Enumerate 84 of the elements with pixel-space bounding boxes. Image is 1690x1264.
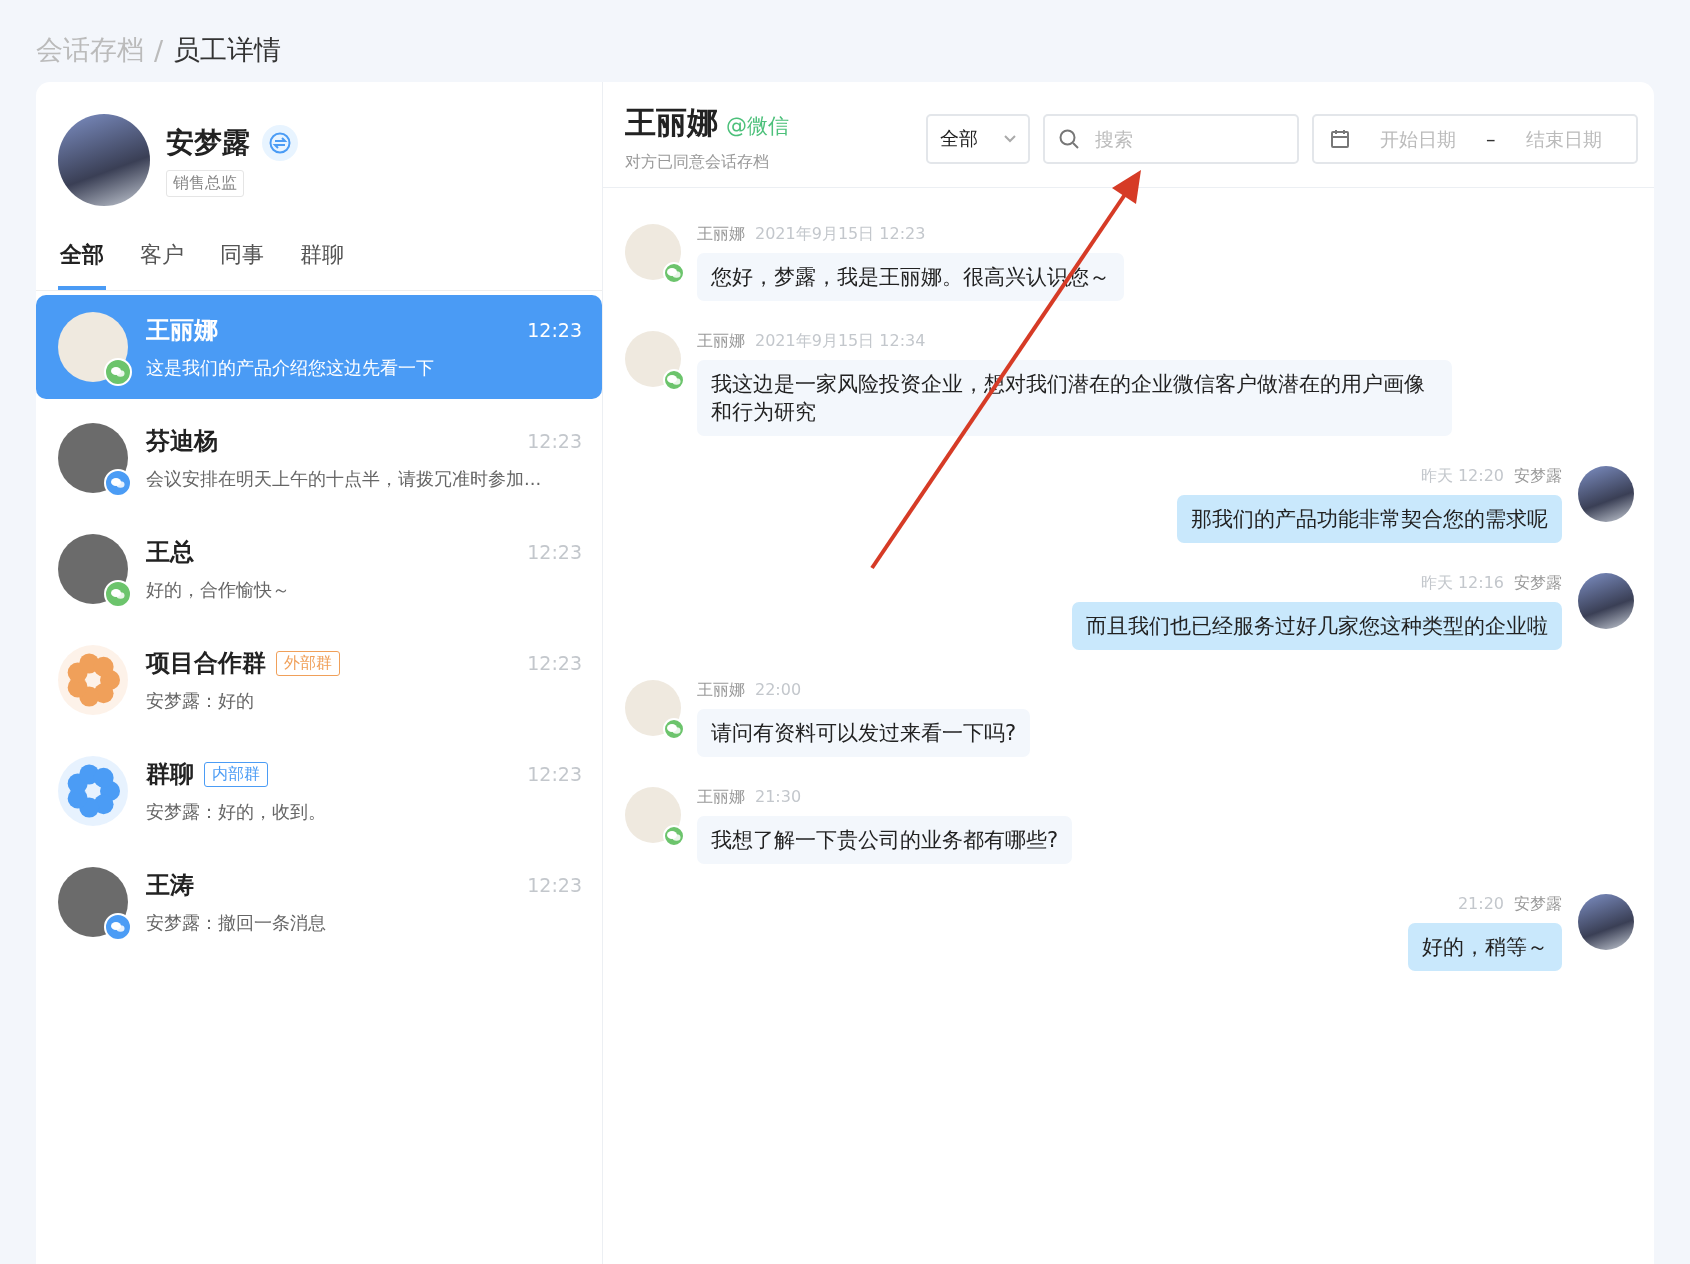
role-tag: 销售总监 [166,169,244,197]
message-time: 12:23 [527,652,582,674]
message-time: 22:00 [755,680,802,701]
message-time: 昨天 12:16 [1420,573,1504,594]
conversation-item[interactable]: 群聊 内部群 12:23 安梦露：好的，收到。 [36,739,602,843]
chat-icon [111,921,125,933]
source-label: @微信 [726,114,789,138]
end-date-input[interactable]: 结束日期 [1511,127,1616,151]
type-select[interactable]: 全部 [926,114,1030,164]
chat-icon [667,723,681,735]
message-bubble: 而且我们也已经服务过好几家您这种类型的企业啦 [1072,602,1562,650]
swap-icon [269,131,291,154]
flower-icon [65,763,121,819]
chat-icon [667,267,681,279]
filter-tab[interactable]: 客户 [138,226,186,290]
search-icon [1059,129,1079,149]
message-time: 2021年9月15日 12:34 [755,331,926,352]
avatar-placeholder [1578,573,1634,629]
message-preview: 安梦露：撤回一条消息 [146,911,327,935]
filter-tab[interactable]: 同事 [218,226,266,290]
message-bubble: 我想了解一下贵公司的业务都有哪些? [697,816,1073,864]
conversation-item[interactable]: 王总 12:23 好的，合作愉快～ [36,517,602,621]
employee-name: 安梦露 [166,124,250,161]
consent-note: 对方已同意会话存档 [625,152,770,173]
message-time: 12:23 [527,541,582,563]
message-preview: 安梦露：好的，收到。 [146,800,327,824]
message-time: 21:30 [755,787,802,808]
chat-icon [111,366,125,378]
filter-tab[interactable]: 全部 [58,226,106,290]
avatar-placeholder [625,680,681,736]
sender-name: 王丽娜 [697,680,745,701]
sender-name: 王丽娜 [697,331,745,352]
contact-name: 项目合作群 [146,648,266,679]
chat-title: 王丽娜 [625,104,718,140]
conversation-item[interactable]: 芬迪杨 12:23 会议安排在明天上午的十点半，请拨冗准时参加... [36,406,602,510]
message-bubble: 请问有资料可以发过来看一下吗? [697,709,1031,757]
sender-name: 王丽娜 [697,224,745,245]
avatar-placeholder [1578,466,1634,522]
start-date-input[interactable]: 开始日期 [1366,127,1470,151]
conversation-item[interactable]: 王涛 12:23 安梦露：撤回一条消息 [36,850,602,954]
filter-tab[interactable]: 群聊 [298,226,346,290]
calendar-icon [1330,129,1350,149]
switch-button[interactable] [262,124,298,161]
contact-name: 王丽娜 [146,315,218,346]
contact-name: 王涛 [146,870,194,901]
chat-icon [667,830,681,842]
chat-icon [111,477,125,489]
message-preview: 这是我们的产品介绍您这边先看一下 [146,356,435,380]
conversation-item[interactable]: 项目合作群 外部群 12:23 安梦露：好的 [36,628,602,732]
message-time: 2021年9月15日 12:23 [755,224,926,245]
avatar-placeholder [625,224,681,280]
search-field[interactable]: 搜索 [1043,114,1299,164]
message-time: 12:23 [527,874,582,896]
message-time: 昨天 12:20 [1420,466,1504,487]
sender-name: 安梦露 [1514,573,1562,594]
contact-name: 群聊 [146,759,194,790]
chat-icon [111,588,125,600]
message-preview: 会议安排在明天上午的十点半，请拨冗准时参加... [146,467,543,491]
avatar-placeholder [625,331,681,387]
message-bubble: 那我们的产品功能非常契合您的需求呢 [1177,495,1562,543]
group-tag: 外部群 [276,650,340,676]
chat-icon [667,374,681,386]
message-bubble: 好的，稍等～ [1408,923,1562,971]
date-range-field[interactable]: 开始日期 – 结束日期 [1312,114,1638,164]
flower-icon [65,652,121,708]
message-time: 12:23 [527,763,582,785]
search-input[interactable]: 搜索 [1093,127,1267,151]
sender-name: 王丽娜 [697,787,745,808]
breadcrumb-item: 员工详情 [173,33,282,67]
contact-name: 王总 [146,537,194,568]
group-tag: 内部群 [204,761,268,787]
chevron-down-icon [1004,135,1016,143]
sender-name: 安梦露 [1514,894,1562,915]
breadcrumb-separator: / [154,34,164,66]
message-preview: 安梦露：好的 [146,689,255,713]
contact-name: 芬迪杨 [146,426,218,457]
avatar-placeholder [1578,894,1634,950]
avatar-placeholder [625,787,681,843]
message-preview: 好的，合作愉快～ [146,578,291,602]
sender-name: 安梦露 [1514,466,1562,487]
message-time: 12:23 [527,430,582,452]
message-time: 21:20 [1457,894,1504,915]
message-time: 12:23 [527,319,582,341]
range-separator: – [1486,128,1496,150]
